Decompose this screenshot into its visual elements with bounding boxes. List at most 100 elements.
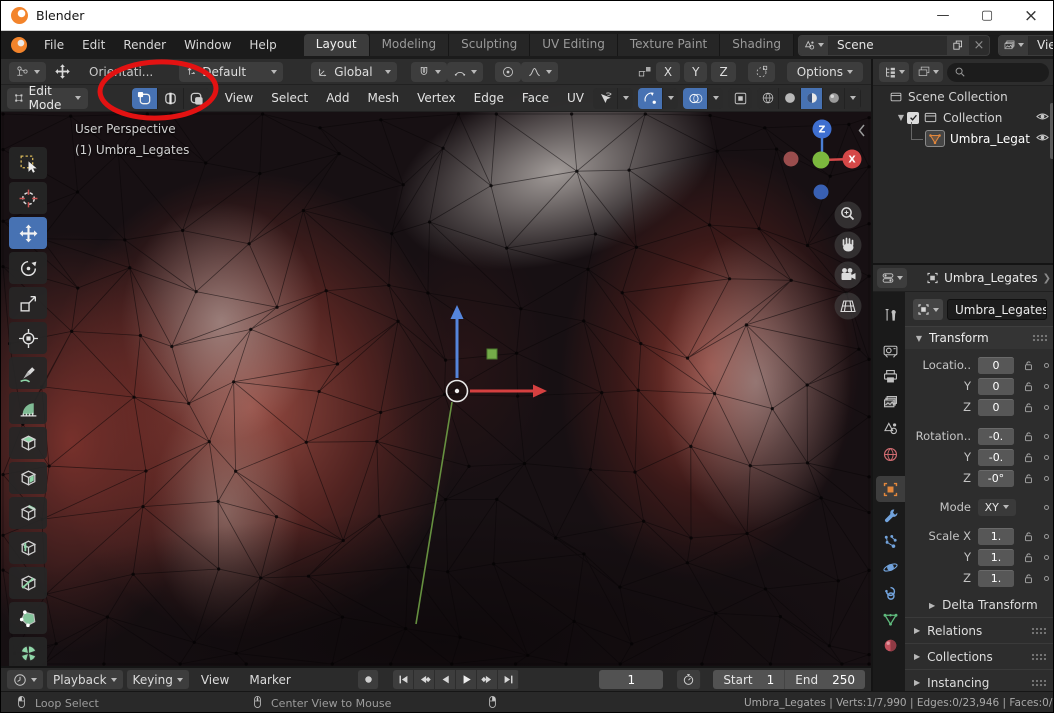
object-visibility-icon[interactable] (593, 88, 617, 109)
collection-expand-arrow[interactable]: ▼ (895, 113, 907, 122)
outliner-scrollbar[interactable] (1050, 103, 1054, 159)
scene-name[interactable]: Scene (829, 38, 947, 52)
options-dropdown[interactable]: Options (787, 62, 863, 82)
outliner-filter-button[interactable] (913, 62, 943, 82)
navigation-gizmo[interactable]: Z X (784, 120, 862, 200)
lock-icon[interactable] (1021, 530, 1037, 543)
workspace-tab-texture-paint[interactable]: Texture Paint (618, 34, 720, 56)
outliner-editor-type-button[interactable] (879, 62, 909, 82)
new-scene-button[interactable] (947, 36, 969, 55)
current-frame-field[interactable]: 1 (599, 670, 663, 689)
timeline-marker-menu[interactable]: Marker (241, 671, 298, 689)
viewport-menu-face[interactable]: Face (513, 88, 558, 108)
lock-icon[interactable] (1021, 380, 1037, 393)
animate-decorator-dot[interactable] (1044, 476, 1049, 481)
animate-decorator-dot[interactable] (1044, 434, 1049, 439)
prev-keyframe-button[interactable] (414, 670, 435, 689)
outliner-row-object[interactable]: Umbra_Legat (873, 128, 1054, 149)
properties-tab-constraints[interactable] (876, 580, 905, 606)
pivot-dropdown[interactable]: Global (311, 62, 397, 82)
animate-decorator-dot[interactable] (1044, 384, 1049, 389)
overlays-dropdown[interactable] (707, 88, 723, 109)
outliner-row-collection[interactable]: ▼ Collection (873, 107, 1054, 128)
mode-dropdown[interactable]: Edit Mode (7, 88, 88, 109)
show-gizmo-toggle[interactable] (638, 88, 662, 109)
properties-tab-render[interactable] (876, 337, 905, 363)
workspace-tab-sculpting[interactable]: Sculpting (449, 34, 530, 56)
view-layer-icon[interactable] (999, 36, 1029, 55)
viewport-menu-edge[interactable]: Edge (465, 88, 513, 108)
xray-toggle[interactable] (728, 88, 752, 109)
panel-instancing[interactable]: ▶Instancing (905, 669, 1054, 691)
number-field[interactable]: -0° (978, 470, 1014, 487)
playback-menu[interactable]: Playback (47, 670, 123, 689)
number-field[interactable]: 1. (978, 549, 1014, 566)
frame-end-field[interactable]: End250 (785, 670, 865, 689)
animate-decorator-dot[interactable] (1044, 576, 1049, 581)
tool-cursor-button[interactable] (9, 182, 47, 214)
tool-extrude-region-button[interactable] (9, 427, 47, 459)
shading-dropdown[interactable] (845, 88, 861, 109)
snap-base-button[interactable] (748, 62, 775, 82)
timeline-view-menu[interactable]: View (193, 671, 237, 689)
snap-toggle-button[interactable] (411, 62, 447, 82)
tool-measure-button[interactable] (9, 392, 47, 424)
properties-editor-type-button[interactable] (877, 268, 907, 288)
timeline-editor-type-button[interactable] (7, 670, 43, 689)
maximize-button[interactable]: ▢ (965, 1, 1009, 30)
tool-select-box-button[interactable] (9, 147, 47, 179)
breadcrumb-next-arrow[interactable]: ❯ (1043, 273, 1051, 284)
select-mode-face-button[interactable] (184, 88, 210, 109)
menu-help[interactable]: Help (240, 35, 285, 55)
camera-view-button[interactable] (835, 262, 862, 289)
play-reverse-button[interactable] (435, 670, 456, 689)
axis-ball-neg-z[interactable] (814, 185, 829, 200)
viewport-menu-uv[interactable]: UV (558, 88, 593, 108)
axis-ball-neg-x[interactable] (784, 152, 799, 167)
menu-window[interactable]: Window (175, 35, 240, 55)
lock-icon[interactable] (1021, 359, 1037, 372)
tool-inset-faces-button[interactable] (9, 462, 47, 494)
menu-edit[interactable]: Edit (73, 35, 114, 55)
gizmo-dropdown[interactable] (662, 88, 678, 109)
animate-decorator-dot[interactable] (1044, 534, 1049, 539)
panel-delta-transform[interactable]: ▶Delta Transform (905, 593, 1054, 617)
lock-icon[interactable] (1021, 430, 1037, 443)
sidebar-collapse-arrow[interactable] (860, 125, 865, 136)
show-overlays-toggle[interactable] (683, 88, 707, 109)
lock-icon[interactable] (1021, 401, 1037, 414)
orientation-dropdown[interactable]: Default (179, 62, 283, 82)
properties-tab-object[interactable] (876, 476, 905, 502)
tool-scale-button[interactable] (9, 287, 47, 319)
number-field[interactable]: 1. (978, 570, 1014, 587)
minimize-button[interactable]: — (921, 1, 965, 30)
properties-tab-scene[interactable] (876, 415, 905, 441)
keying-menu[interactable]: Keying (127, 670, 189, 689)
mode-dropdown[interactable]: XY (978, 499, 1016, 516)
jump-end-button[interactable] (498, 670, 519, 689)
frame-start-field[interactable]: Start1 (713, 670, 785, 689)
mirror-x-button[interactable]: X (656, 62, 680, 82)
viewport-menu-mesh[interactable]: Mesh (358, 88, 408, 108)
pan-hand-button[interactable] (835, 232, 862, 259)
visibility-dropdown[interactable] (617, 88, 633, 109)
shading-material-button[interactable] (801, 88, 823, 109)
number-field[interactable]: 0 (978, 399, 1014, 416)
shading-wireframe-button[interactable] (757, 88, 779, 109)
panel-drag-grip[interactable] (1031, 679, 1046, 687)
viewport-menu-add[interactable]: Add (317, 88, 358, 108)
outliner-search-input[interactable] (947, 63, 1049, 82)
tool-rotate-button[interactable] (9, 252, 47, 284)
properties-tab-tool[interactable] (876, 302, 905, 328)
number-field[interactable]: 0 (978, 357, 1014, 374)
panel-drag-grip[interactable] (1031, 653, 1046, 661)
scene-icon[interactable] (799, 36, 829, 55)
proportional-falloff-dropdown[interactable] (521, 62, 558, 82)
properties-tab-output[interactable] (876, 363, 905, 389)
tool-bevel-button[interactable] (9, 497, 47, 529)
lock-icon[interactable] (1021, 551, 1037, 564)
snap-target-dropdown[interactable] (447, 62, 483, 82)
unlink-scene-button[interactable]: × (969, 36, 989, 55)
axis-ball-y[interactable] (813, 152, 830, 169)
close-button[interactable]: × (1009, 1, 1053, 30)
